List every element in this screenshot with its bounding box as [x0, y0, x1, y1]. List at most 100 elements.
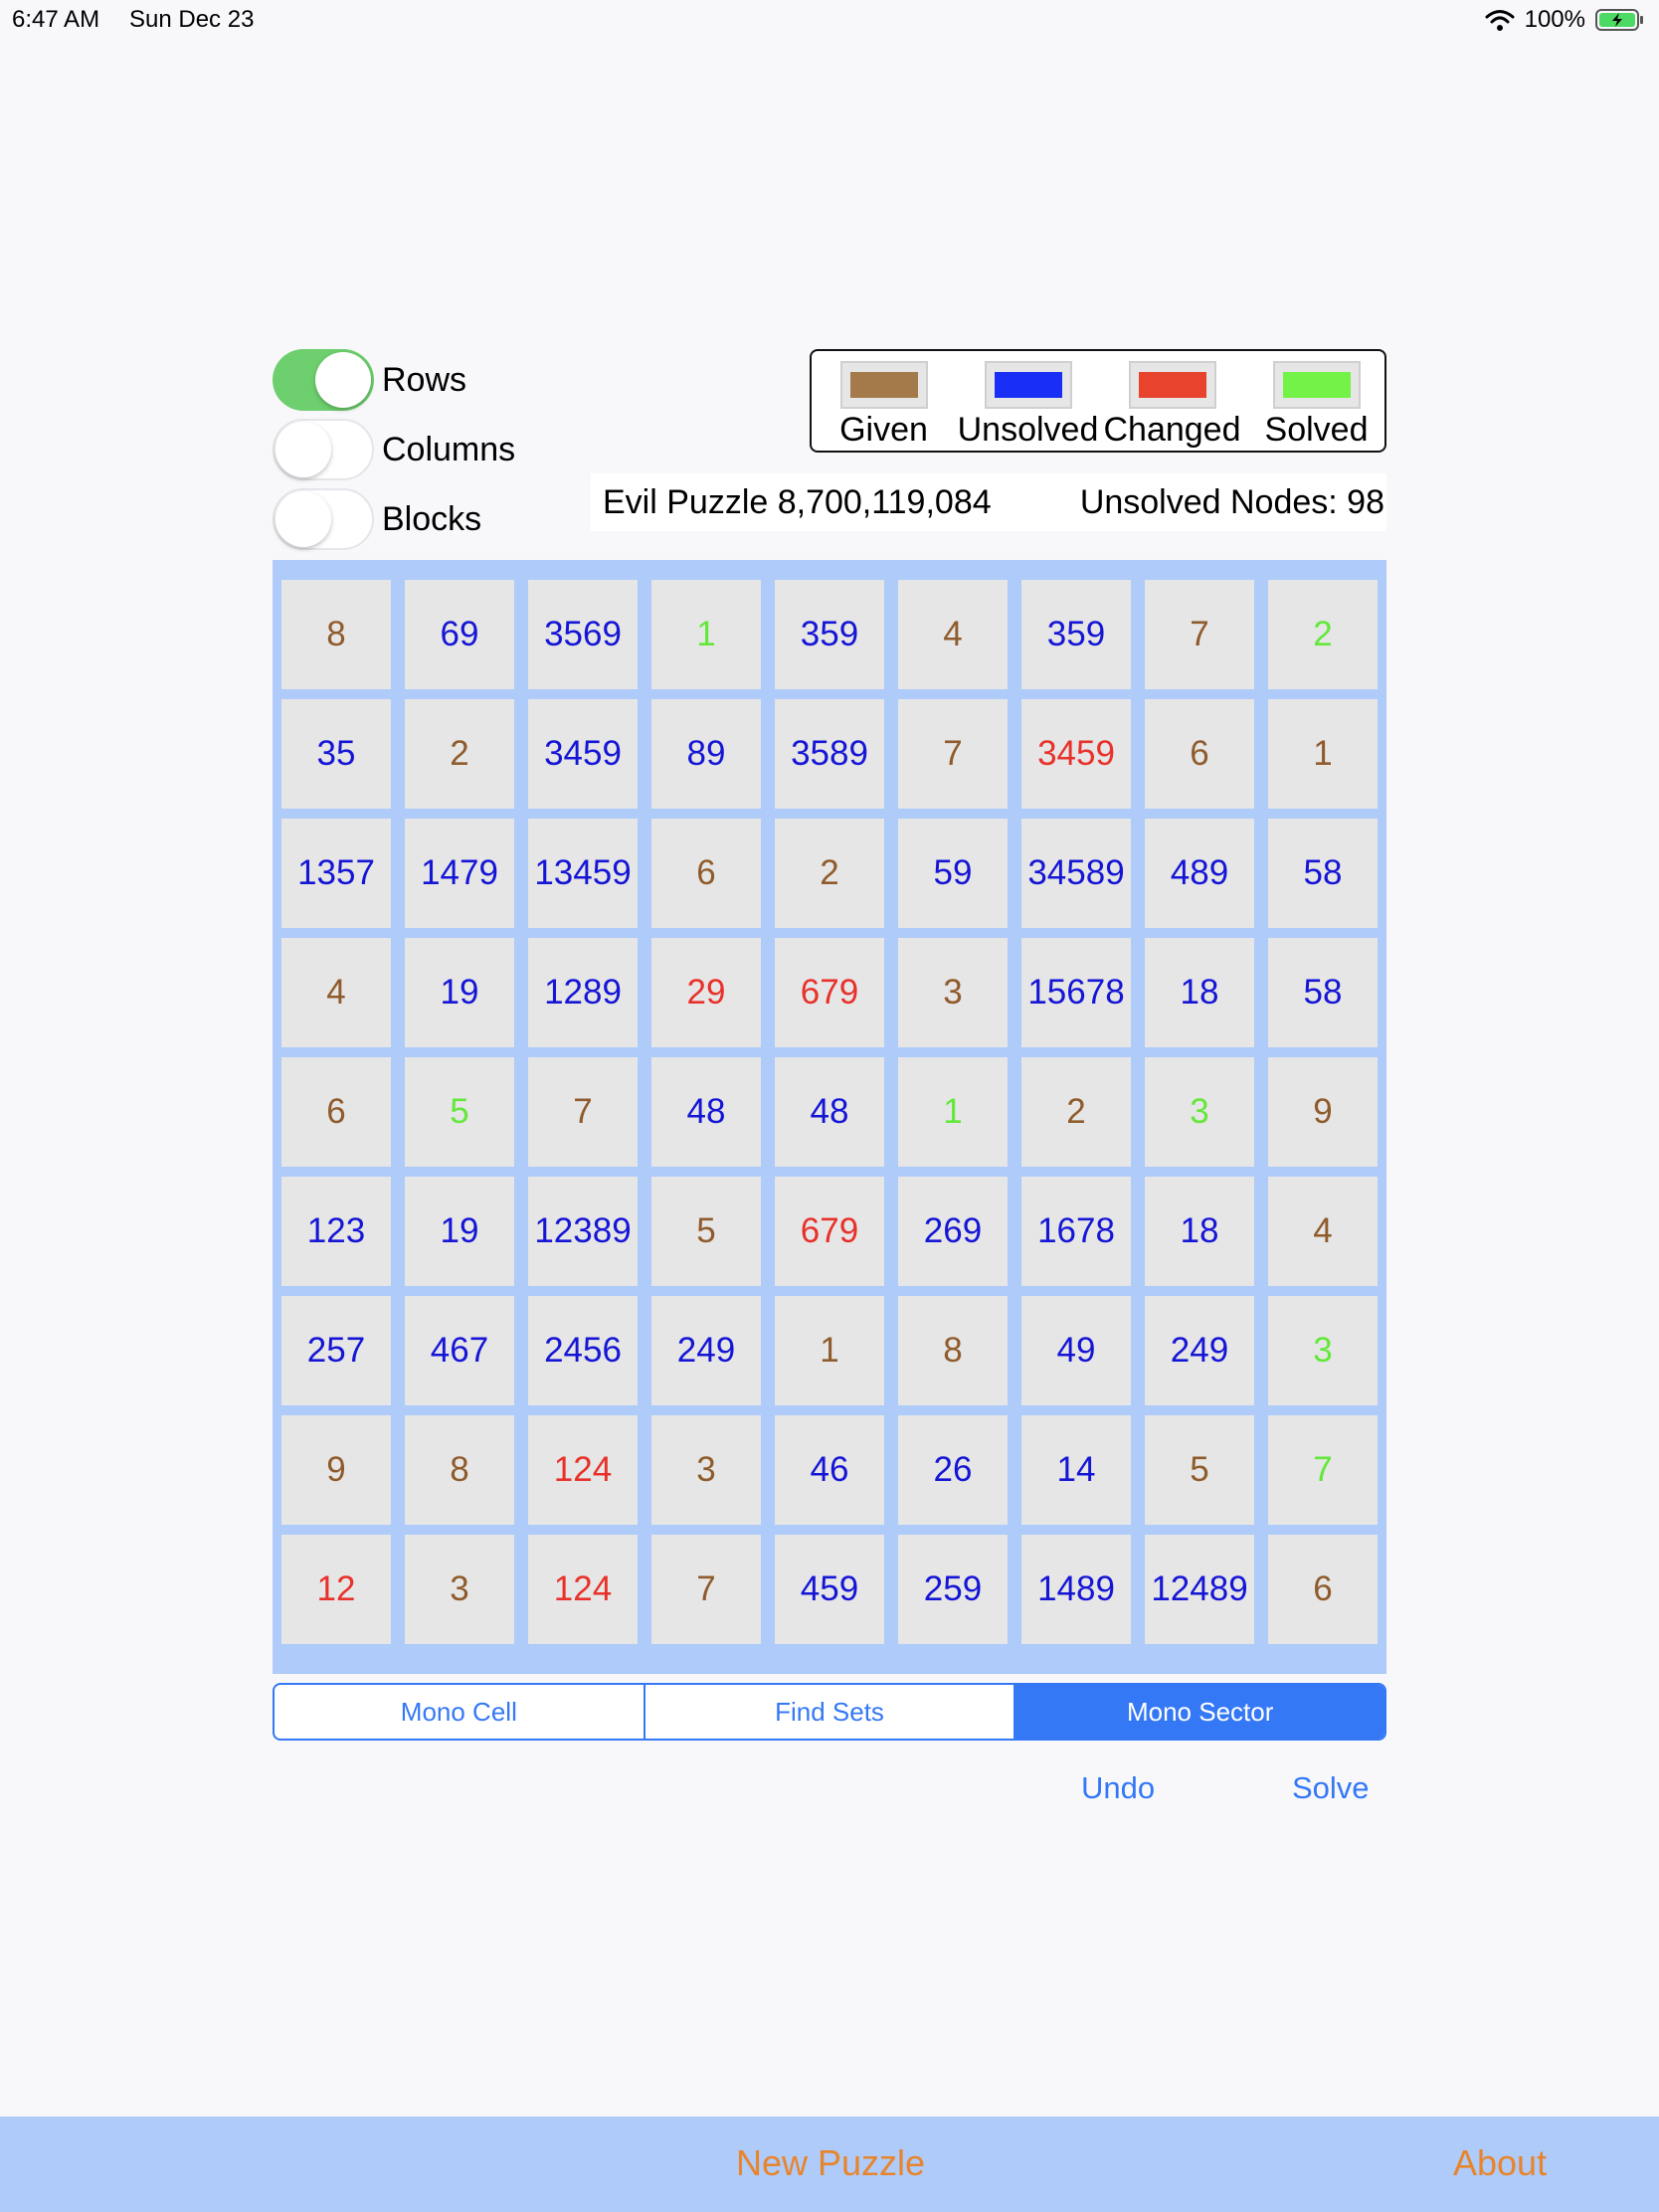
- board-cell[interactable]: 1489: [1021, 1535, 1131, 1644]
- board-cell[interactable]: 8: [898, 1296, 1008, 1405]
- board-cell[interactable]: 2: [1021, 1057, 1131, 1167]
- board-cell[interactable]: 1357: [281, 819, 391, 928]
- board-cell[interactable]: 1: [775, 1296, 884, 1405]
- board-cell[interactable]: 1289: [528, 938, 638, 1047]
- blocks-switch[interactable]: [273, 488, 374, 550]
- board-cell[interactable]: 459: [775, 1535, 884, 1644]
- board-cell[interactable]: 257: [281, 1296, 391, 1405]
- blocks-label: Blocks: [382, 499, 482, 538]
- board-cell[interactable]: 1678: [1021, 1177, 1131, 1286]
- board-cell[interactable]: 19: [405, 1177, 514, 1286]
- board-cell[interactable]: 1: [651, 580, 761, 689]
- board-cell[interactable]: 34589: [1021, 819, 1131, 928]
- board-cell[interactable]: 6: [1145, 699, 1254, 809]
- board-cell[interactable]: 359: [775, 580, 884, 689]
- board-cell[interactable]: 59: [898, 819, 1008, 928]
- board-cell[interactable]: 13459: [528, 819, 638, 928]
- board-cell[interactable]: 3459: [1021, 699, 1131, 809]
- board-cell[interactable]: 3: [405, 1535, 514, 1644]
- board-cell[interactable]: 3569: [528, 580, 638, 689]
- board-cell[interactable]: 467: [405, 1296, 514, 1405]
- board-cell[interactable]: 259: [898, 1535, 1008, 1644]
- board-cell[interactable]: 18: [1145, 1177, 1254, 1286]
- board-cell[interactable]: 3: [651, 1415, 761, 1525]
- board-cell[interactable]: 249: [651, 1296, 761, 1405]
- board-cell[interactable]: 14: [1021, 1415, 1131, 1525]
- board-cell[interactable]: 29: [651, 938, 761, 1047]
- board-cell[interactable]: 8: [281, 580, 391, 689]
- board-cell[interactable]: 7: [651, 1535, 761, 1644]
- board-cell[interactable]: 1: [898, 1057, 1008, 1167]
- board-cell[interactable]: 9: [281, 1415, 391, 1525]
- strategy-segmented-control: Mono Cell Find Sets Mono Sector: [273, 1683, 1386, 1741]
- board-cell[interactable]: 5: [1145, 1415, 1254, 1525]
- board-cell[interactable]: 48: [651, 1057, 761, 1167]
- board-cell[interactable]: 4: [1268, 1177, 1378, 1286]
- board-cell[interactable]: 3589: [775, 699, 884, 809]
- board-cell[interactable]: 359: [1021, 580, 1131, 689]
- solve-button[interactable]: Solve: [1292, 1770, 1370, 1806]
- board-cell[interactable]: 7: [898, 699, 1008, 809]
- board-cell[interactable]: 6: [281, 1057, 391, 1167]
- status-right: 100%: [1485, 6, 1645, 34]
- board-cell[interactable]: 58: [1268, 819, 1378, 928]
- board-cell[interactable]: 7: [528, 1057, 638, 1167]
- board-cell[interactable]: 9: [1268, 1057, 1378, 1167]
- board-cell[interactable]: 123: [281, 1177, 391, 1286]
- puzzle-title: Evil Puzzle 8,700,119,084: [603, 483, 992, 521]
- board-cell[interactable]: 7: [1145, 580, 1254, 689]
- board-cell[interactable]: 6: [1268, 1535, 1378, 1644]
- board-cell[interactable]: 3: [898, 938, 1008, 1047]
- undo-button[interactable]: Undo: [1081, 1770, 1155, 1806]
- board-cell[interactable]: 2: [405, 699, 514, 809]
- board-cell[interactable]: 19: [405, 938, 514, 1047]
- board-cell[interactable]: 679: [775, 938, 884, 1047]
- segment-find-sets[interactable]: Find Sets: [643, 1685, 1014, 1739]
- board-cell[interactable]: 48: [775, 1057, 884, 1167]
- board-cell[interactable]: 3: [1145, 1057, 1254, 1167]
- board-cell[interactable]: 124: [528, 1415, 638, 1525]
- board-cell[interactable]: 4: [281, 938, 391, 1047]
- board-cell[interactable]: 1479: [405, 819, 514, 928]
- toggle-columns: Columns: [273, 419, 515, 480]
- board-cell[interactable]: 49: [1021, 1296, 1131, 1405]
- columns-switch[interactable]: [273, 419, 374, 480]
- board-cell[interactable]: 2: [1268, 580, 1378, 689]
- new-puzzle-button[interactable]: New Puzzle: [736, 2142, 925, 2184]
- board-cell[interactable]: 12389: [528, 1177, 638, 1286]
- board-cell[interactable]: 1: [1268, 699, 1378, 809]
- board-cell[interactable]: 6: [651, 819, 761, 928]
- board-cell[interactable]: 8: [405, 1415, 514, 1525]
- board-cell[interactable]: 35: [281, 699, 391, 809]
- changed-swatch: [1138, 372, 1206, 398]
- swatch-frame: [1128, 361, 1216, 409]
- board-cell[interactable]: 249: [1145, 1296, 1254, 1405]
- board-cell[interactable]: 89: [651, 699, 761, 809]
- board-cell[interactable]: 124: [528, 1535, 638, 1644]
- board-cell[interactable]: 26: [898, 1415, 1008, 1525]
- board-cell[interactable]: 3459: [528, 699, 638, 809]
- board-cell[interactable]: 12489: [1145, 1535, 1254, 1644]
- segment-mono-cell[interactable]: Mono Cell: [275, 1685, 644, 1739]
- board-cell[interactable]: 46: [775, 1415, 884, 1525]
- board-cell[interactable]: 5: [405, 1057, 514, 1167]
- board-cell[interactable]: 58: [1268, 938, 1378, 1047]
- board-cell[interactable]: 7: [1268, 1415, 1378, 1525]
- board-cell[interactable]: 15678: [1021, 938, 1131, 1047]
- board-cell[interactable]: 18: [1145, 938, 1254, 1047]
- board-cell[interactable]: 4: [898, 580, 1008, 689]
- rows-switch[interactable]: [273, 349, 374, 411]
- unsolved-nodes-count: Unsolved Nodes: 98: [1079, 483, 1384, 521]
- board-cell[interactable]: 12: [281, 1535, 391, 1644]
- board-cell[interactable]: 69: [405, 580, 514, 689]
- board-cell[interactable]: 2456: [528, 1296, 638, 1405]
- board-cell[interactable]: 5: [651, 1177, 761, 1286]
- board-cell[interactable]: 3: [1268, 1296, 1378, 1405]
- board-cell[interactable]: 269: [898, 1177, 1008, 1286]
- board-cell[interactable]: 489: [1145, 819, 1254, 928]
- segment-mono-sector[interactable]: Mono Sector: [1014, 1685, 1384, 1739]
- about-button[interactable]: About: [1453, 2142, 1547, 2184]
- board-cell[interactable]: 679: [775, 1177, 884, 1286]
- battery-percent: 100%: [1524, 6, 1585, 33]
- board-cell[interactable]: 2: [775, 819, 884, 928]
